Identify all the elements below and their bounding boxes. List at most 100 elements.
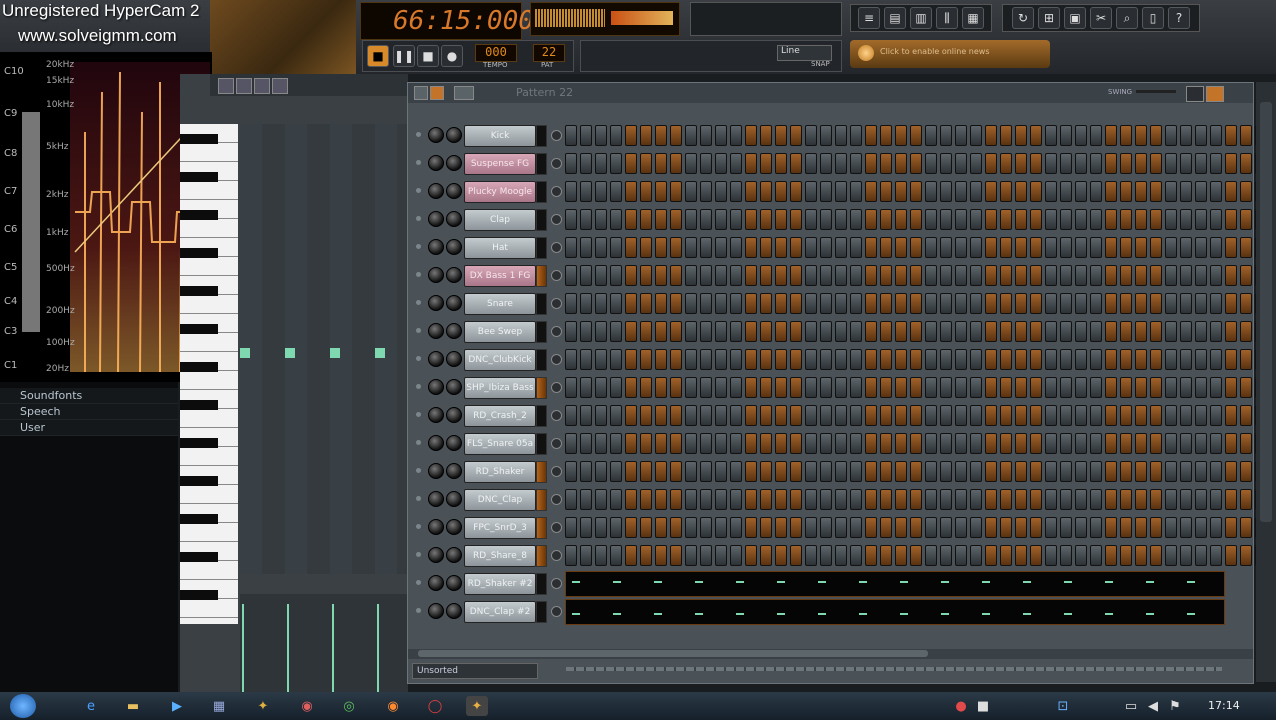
browser-item[interactable]: Speech — [0, 404, 178, 420]
step-button[interactable] — [805, 209, 817, 230]
step-button[interactable] — [1225, 517, 1237, 538]
pan-knob[interactable] — [428, 435, 444, 451]
step-button[interactable] — [805, 321, 817, 342]
channel-led[interactable] — [416, 384, 421, 389]
step-button[interactable] — [790, 265, 802, 286]
step-button[interactable] — [1000, 461, 1012, 482]
step-button[interactable] — [1060, 517, 1072, 538]
step-button[interactable] — [1075, 349, 1087, 370]
step-button[interactable] — [805, 461, 817, 482]
channel-led[interactable] — [416, 440, 421, 445]
step-button[interactable] — [730, 377, 742, 398]
step-button[interactable] — [985, 545, 997, 566]
volume-knob[interactable] — [446, 211, 462, 227]
step-button[interactable] — [880, 349, 892, 370]
step-button[interactable] — [985, 181, 997, 202]
step-button[interactable] — [820, 265, 832, 286]
pan-knob[interactable] — [428, 351, 444, 367]
step-button[interactable] — [685, 349, 697, 370]
step-button[interactable] — [1030, 265, 1042, 286]
step-button[interactable] — [1030, 153, 1042, 174]
step-button[interactable] — [895, 433, 907, 454]
step-button[interactable] — [760, 321, 772, 342]
step-button[interactable] — [1030, 433, 1042, 454]
rack-tools-icon[interactable] — [454, 86, 474, 100]
step-button[interactable] — [760, 181, 772, 202]
playlist-icon[interactable]: ≡ — [858, 7, 880, 29]
step-button[interactable] — [1075, 377, 1087, 398]
step-button[interactable] — [775, 181, 787, 202]
step-button[interactable] — [985, 153, 997, 174]
record-icon[interactable]: ● — [441, 45, 463, 67]
step-button[interactable] — [1030, 349, 1042, 370]
step-button[interactable] — [1150, 237, 1162, 258]
step-button[interactable] — [865, 489, 877, 510]
step-button[interactable] — [655, 489, 667, 510]
step-button[interactable] — [610, 181, 622, 202]
step-button[interactable] — [850, 209, 862, 230]
step-button[interactable] — [1240, 489, 1252, 510]
step-button[interactable] — [1000, 293, 1012, 314]
step-button[interactable] — [895, 209, 907, 230]
step-button[interactable] — [985, 405, 997, 426]
pan-knob[interactable] — [428, 407, 444, 423]
step-button[interactable] — [760, 349, 772, 370]
news-hint-bar[interactable]: Click to enable online news — [850, 40, 1050, 68]
step-button[interactable] — [610, 125, 622, 146]
step-button[interactable] — [1105, 489, 1117, 510]
step-button[interactable] — [790, 153, 802, 174]
step-button[interactable] — [1165, 377, 1177, 398]
step-button[interactable] — [925, 433, 937, 454]
channel-select-icon[interactable] — [551, 354, 562, 365]
volume-knob[interactable] — [446, 155, 462, 171]
step-button[interactable] — [655, 517, 667, 538]
step-button[interactable] — [1165, 321, 1177, 342]
step-button[interactable] — [955, 153, 967, 174]
step-button[interactable] — [1135, 125, 1147, 146]
step-button[interactable] — [715, 125, 727, 146]
step-button[interactable] — [700, 125, 712, 146]
step-button[interactable] — [625, 237, 637, 258]
step-button[interactable] — [670, 377, 682, 398]
piano-roll-preview[interactable] — [565, 571, 1225, 597]
flag-icon[interactable]: ⚑ — [1164, 696, 1186, 716]
step-button[interactable] — [1060, 321, 1072, 342]
step-button[interactable] — [730, 265, 742, 286]
step-button[interactable] — [790, 293, 802, 314]
step-button[interactable] — [1210, 545, 1222, 566]
step-button[interactable] — [1165, 517, 1177, 538]
step-button[interactable] — [685, 321, 697, 342]
step-button[interactable] — [625, 517, 637, 538]
browser-item[interactable]: User — [0, 420, 178, 436]
step-button[interactable] — [970, 265, 982, 286]
step-button[interactable] — [655, 405, 667, 426]
step-button[interactable] — [1135, 545, 1147, 566]
step-button[interactable] — [640, 209, 652, 230]
step-button[interactable] — [820, 405, 832, 426]
step-button[interactable] — [1000, 181, 1012, 202]
step-button[interactable] — [1210, 405, 1222, 426]
step-button[interactable] — [625, 153, 637, 174]
step-button[interactable] — [985, 209, 997, 230]
step-button[interactable] — [895, 545, 907, 566]
step-button[interactable] — [685, 153, 697, 174]
step-button[interactable] — [625, 125, 637, 146]
channel-led[interactable] — [416, 328, 421, 333]
step-button[interactable] — [1150, 517, 1162, 538]
step-button[interactable] — [1060, 349, 1072, 370]
step-button[interactable] — [1090, 545, 1102, 566]
channel-led[interactable] — [416, 580, 421, 585]
step-button[interactable] — [745, 517, 757, 538]
step-button[interactable] — [940, 349, 952, 370]
step-button[interactable] — [1030, 377, 1042, 398]
step-button[interactable] — [565, 377, 577, 398]
step-button[interactable] — [970, 461, 982, 482]
step-button[interactable] — [700, 265, 712, 286]
step-button[interactable] — [1240, 237, 1252, 258]
step-button[interactable] — [1120, 265, 1132, 286]
step-button[interactable] — [790, 405, 802, 426]
step-button[interactable] — [955, 181, 967, 202]
step-button[interactable] — [1195, 321, 1207, 342]
step-button[interactable] — [1060, 125, 1072, 146]
step-button[interactable] — [1195, 545, 1207, 566]
